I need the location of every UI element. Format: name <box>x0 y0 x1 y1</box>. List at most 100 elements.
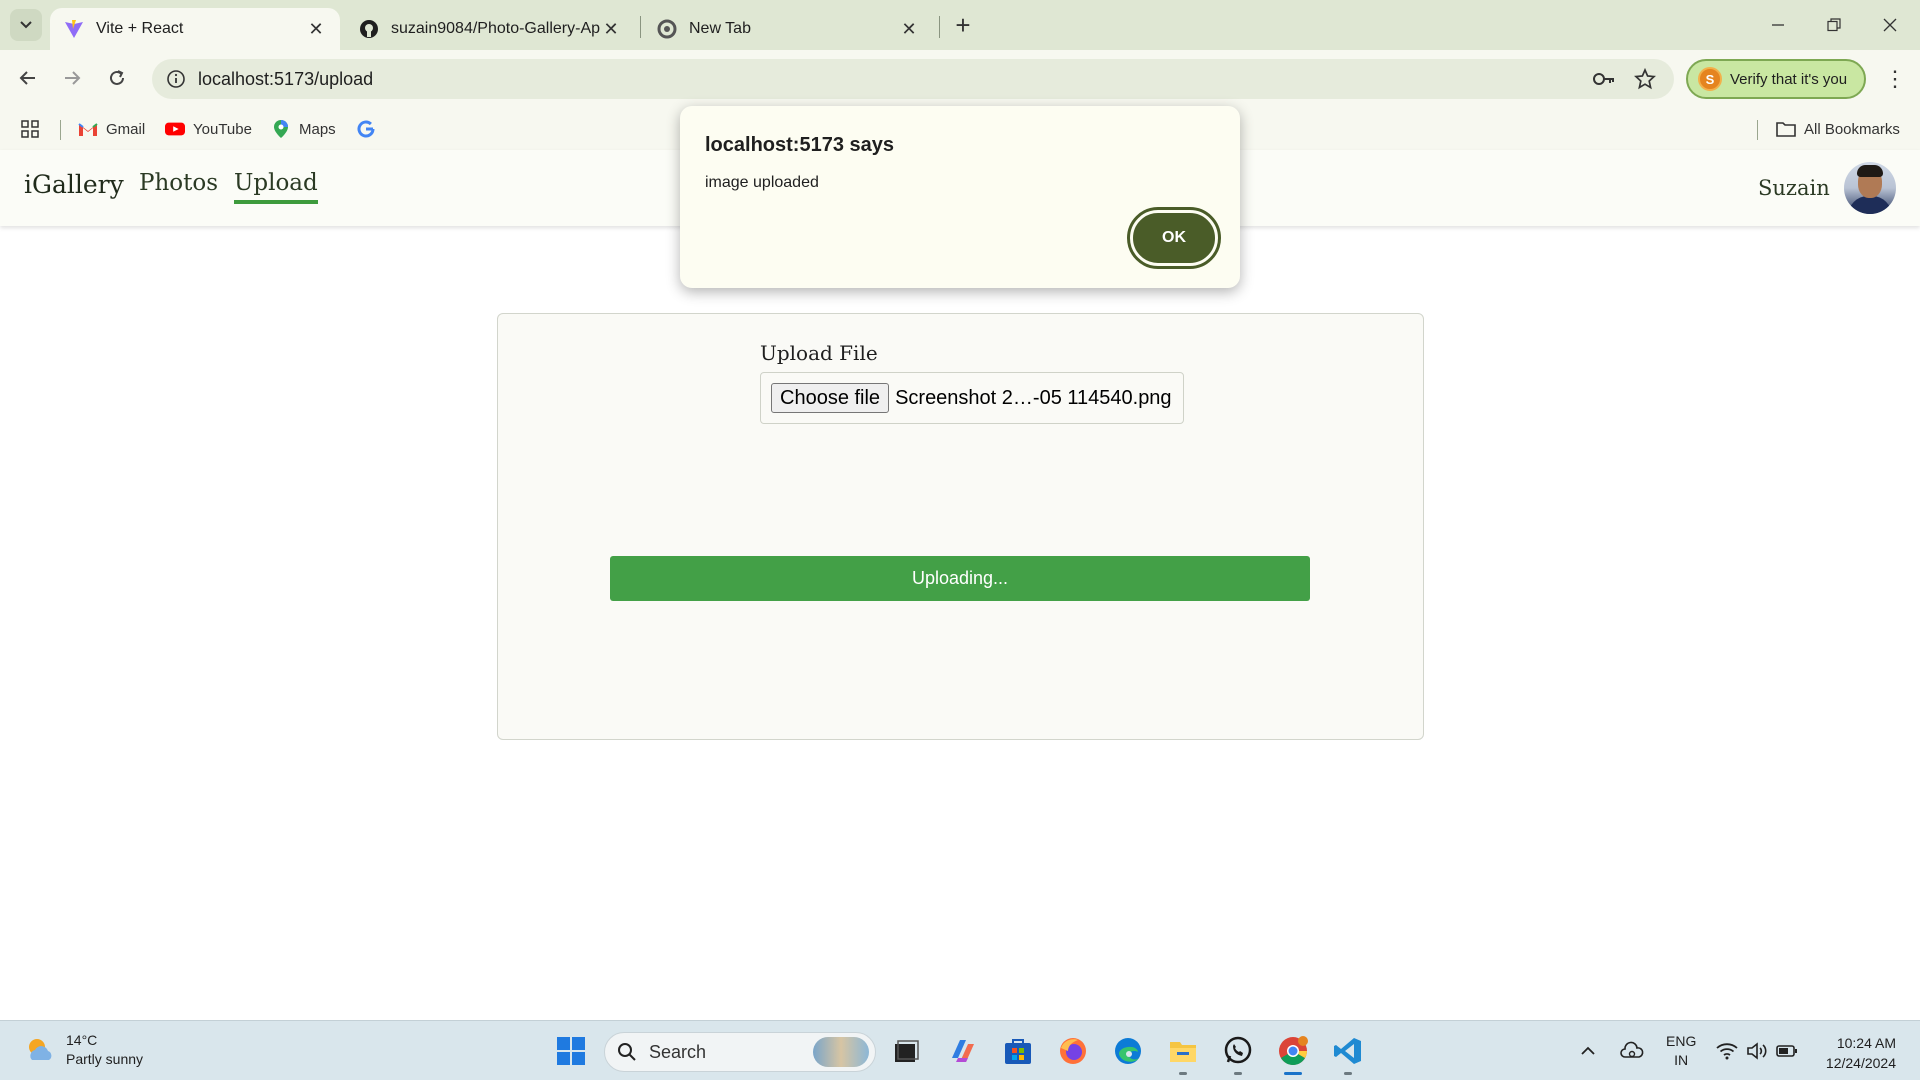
chevron-up-icon <box>1581 1046 1595 1055</box>
task-view-button[interactable] <box>888 1033 924 1069</box>
upload-submit-button[interactable]: Uploading... <box>610 556 1310 601</box>
start-button[interactable] <box>553 1033 589 1069</box>
close-icon[interactable]: ✕ <box>899 19 919 39</box>
apps-button[interactable] <box>20 116 48 142</box>
tab-vite-react[interactable]: Vite + React ✕ <box>50 8 340 50</box>
language-indicator[interactable]: ENG IN <box>1666 1021 1696 1080</box>
copilot-button[interactable] <box>945 1033 981 1069</box>
verify-identity-button[interactable]: S Verify that it's you <box>1686 59 1866 99</box>
vscode-icon <box>1334 1038 1361 1064</box>
all-bookmarks-button[interactable]: All Bookmarks <box>1776 116 1900 142</box>
bookmark-gmail[interactable]: Gmail <box>78 116 145 142</box>
close-icon[interactable]: ✕ <box>601 19 621 39</box>
tab-search-button[interactable] <box>10 9 42 41</box>
brand-logo[interactable]: iGallery <box>24 170 124 199</box>
bookmark-maps[interactable]: Maps <box>271 116 336 142</box>
avatar-body <box>1848 196 1892 214</box>
dialog-message: image uploaded <box>705 174 819 191</box>
tray-overflow-button[interactable] <box>1580 1021 1596 1080</box>
weather-temperature: 14°C <box>66 1032 98 1048</box>
tab-title: suzain9084/Photo-Gallery-App <box>391 20 601 37</box>
region-code: IN <box>1674 1052 1689 1068</box>
search-placeholder: Search <box>649 1041 707 1062</box>
maps-pin-icon <box>271 119 291 139</box>
file-explorer-button[interactable] <box>1165 1033 1201 1069</box>
gmail-icon <box>78 119 98 139</box>
bookmark-youtube[interactable]: YouTube <box>165 116 252 142</box>
upload-file-label: Upload File <box>760 341 878 365</box>
minimize-icon <box>1772 24 1784 26</box>
close-window-button[interactable] <box>1862 0 1918 50</box>
firefox-icon <box>1060 1038 1086 1064</box>
microsoft-store-button[interactable] <box>1000 1033 1036 1069</box>
partly-sunny-icon <box>29 1039 52 1060</box>
search-highlight-image <box>813 1037 869 1067</box>
clock-time: 10:24 AM <box>1836 1035 1896 1051</box>
vite-logo-icon <box>64 19 84 39</box>
nav-photos[interactable]: Photos <box>139 170 218 196</box>
chrome-icon <box>1279 1036 1308 1065</box>
url-text: localhost:5173/upload <box>198 68 374 89</box>
nav-upload[interactable]: Upload <box>234 170 318 204</box>
whatsapp-button[interactable] <box>1220 1033 1256 1069</box>
restore-button[interactable] <box>1806 0 1862 50</box>
bookmark-label: Gmail <box>106 120 146 138</box>
firefox-button[interactable] <box>1055 1033 1091 1069</box>
choose-file-button[interactable]: Choose file <box>771 383 890 413</box>
weather-description: Partly sunny <box>66 1051 144 1067</box>
tab-new-tab[interactable]: New Tab ✕ <box>643 8 933 50</box>
tab-github[interactable]: suzain9084/Photo-Gallery-App ✕ <box>345 8 635 50</box>
bookmark-google[interactable] <box>356 116 384 142</box>
chevron-down-icon <box>20 21 32 29</box>
reload-button[interactable] <box>100 61 134 95</box>
forward-button[interactable] <box>55 61 89 95</box>
active-app-indicator <box>1284 1072 1302 1075</box>
reload-icon <box>110 70 124 85</box>
volume-status[interactable] <box>1746 1021 1768 1080</box>
battery-status[interactable] <box>1776 1021 1798 1080</box>
clock-date: 12/24/2024 <box>1825 1055 1896 1071</box>
bookmark-label: Maps <box>299 120 336 138</box>
system-clock[interactable]: 10:24 AM 12/24/2024 <box>1810 1033 1896 1073</box>
language-code: ENG <box>1666 1033 1697 1049</box>
search-icon <box>618 1043 636 1061</box>
site-info-icon[interactable] <box>156 59 196 99</box>
edge-button[interactable] <box>1110 1033 1146 1069</box>
selected-file-name: Screenshot 2…-05 114540.png <box>895 386 1172 409</box>
password-key-icon[interactable] <box>1592 67 1616 91</box>
minimize-button[interactable] <box>1750 0 1806 50</box>
back-button[interactable] <box>11 61 45 95</box>
file-input[interactable]: Choose file Screenshot 2…-05 114540.png <box>760 372 1184 424</box>
weather-widget[interactable]: 14°C Partly sunny <box>24 1031 143 1069</box>
profile-avatar: S <box>1698 67 1722 91</box>
task-view-icon <box>895 1040 919 1062</box>
dialog-title: localhost:5173 says <box>705 134 894 156</box>
tab-title: Vite + React <box>96 20 184 37</box>
arrow-left-icon <box>19 71 35 85</box>
alert-dialog: localhost:5173 says image uploaded OK <box>680 106 1240 288</box>
taskbar-search[interactable]: Search <box>604 1032 876 1072</box>
vscode-button[interactable] <box>1330 1033 1366 1069</box>
cloud-sync-icon <box>1620 1041 1644 1058</box>
tab-separator <box>640 16 641 38</box>
browser-toolbar: localhost:5173/upload S Verify that it's… <box>0 50 1920 108</box>
arrow-right-icon <box>65 71 81 85</box>
chrome-button[interactable] <box>1275 1033 1311 1069</box>
menu-kebab-icon[interactable]: ⋮ <box>1880 62 1910 96</box>
battery-icon <box>1776 1045 1797 1057</box>
star-icon[interactable] <box>1633 67 1657 91</box>
close-icon[interactable]: ✕ <box>306 19 326 39</box>
address-bar[interactable]: localhost:5173/upload <box>152 59 1674 99</box>
chrome-icon <box>657 19 677 39</box>
restore-icon <box>1827 18 1841 32</box>
edge-icon <box>1115 1038 1141 1064</box>
new-tab-button[interactable]: + <box>948 10 978 40</box>
user-avatar[interactable] <box>1844 162 1896 214</box>
dialog-ok-button[interactable]: OK <box>1127 207 1221 269</box>
tab-title: New Tab <box>689 20 751 37</box>
onedrive-status[interactable] <box>1620 1021 1644 1080</box>
folder-icon <box>1776 119 1796 139</box>
bookmark-label: YouTube <box>193 120 252 138</box>
wifi-status[interactable] <box>1716 1021 1738 1080</box>
store-icon <box>1005 1039 1031 1064</box>
